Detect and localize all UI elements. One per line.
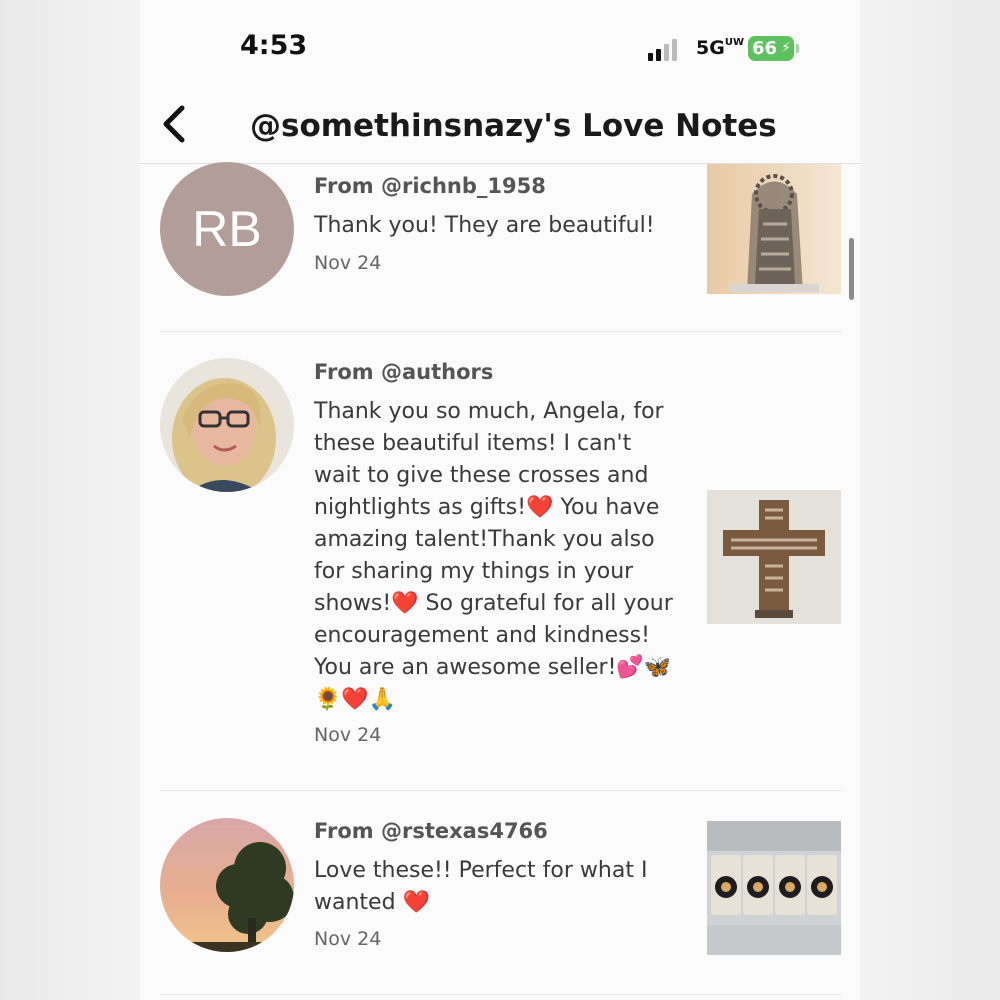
scrollbar[interactable] [849, 238, 854, 300]
note-divider [160, 331, 842, 332]
note-message: Love these!! Perfect for what I wanted ❤… [314, 858, 648, 915]
note-date: Nov 24 [314, 252, 382, 274]
note-sender[interactable]: From @rstexas4766 [314, 819, 548, 843]
right-background [860, 0, 1000, 1000]
cross-display-image [707, 164, 841, 294]
avatar-initials: RB [192, 201, 262, 257]
network-label: 5G [696, 37, 725, 59]
network-indicator: 5GUW [696, 37, 744, 59]
page-title: @somethinsnazy's Love Notes [250, 108, 777, 144]
network-suffix: UW [724, 37, 744, 48]
battery-level: 66 [752, 38, 778, 59]
back-button[interactable] [158, 102, 192, 146]
battery-nub [796, 44, 799, 53]
tape-measures-image [707, 821, 841, 955]
note-divider [160, 994, 842, 995]
avatar[interactable] [160, 818, 294, 952]
sunset-tree-photo [160, 818, 294, 952]
note-date: Nov 24 [314, 724, 382, 746]
page-header: @somethinsnazy's Love Notes [140, 88, 860, 164]
avatar[interactable] [160, 358, 294, 492]
charging-bolt-icon: ⚡ [781, 40, 791, 56]
note-divider [160, 790, 842, 791]
user-photo [160, 358, 294, 492]
battery-icon: 66 ⚡ [748, 36, 794, 61]
status-time: 4:53 [240, 30, 308, 61]
chevron-left-icon [163, 105, 185, 143]
left-background [0, 0, 140, 1000]
note-sender[interactable]: From @authors [314, 360, 493, 384]
cross-sign-image [707, 490, 841, 624]
note-message: Thank you so much, Angela, for these bea… [314, 399, 673, 712]
note-sender[interactable]: From @richnb_1958 [314, 174, 546, 198]
product-thumbnail[interactable] [707, 490, 841, 624]
product-thumbnail[interactable] [707, 164, 841, 294]
avatar[interactable]: RB [160, 162, 294, 296]
note-message: Thank you! They are beautiful! [314, 213, 655, 238]
note-date: Nov 24 [314, 928, 382, 950]
product-thumbnail[interactable] [707, 821, 841, 955]
phone-screen: 4:53 5GUW 66 ⚡ @somethinsnazy's Love Not… [140, 0, 860, 1000]
